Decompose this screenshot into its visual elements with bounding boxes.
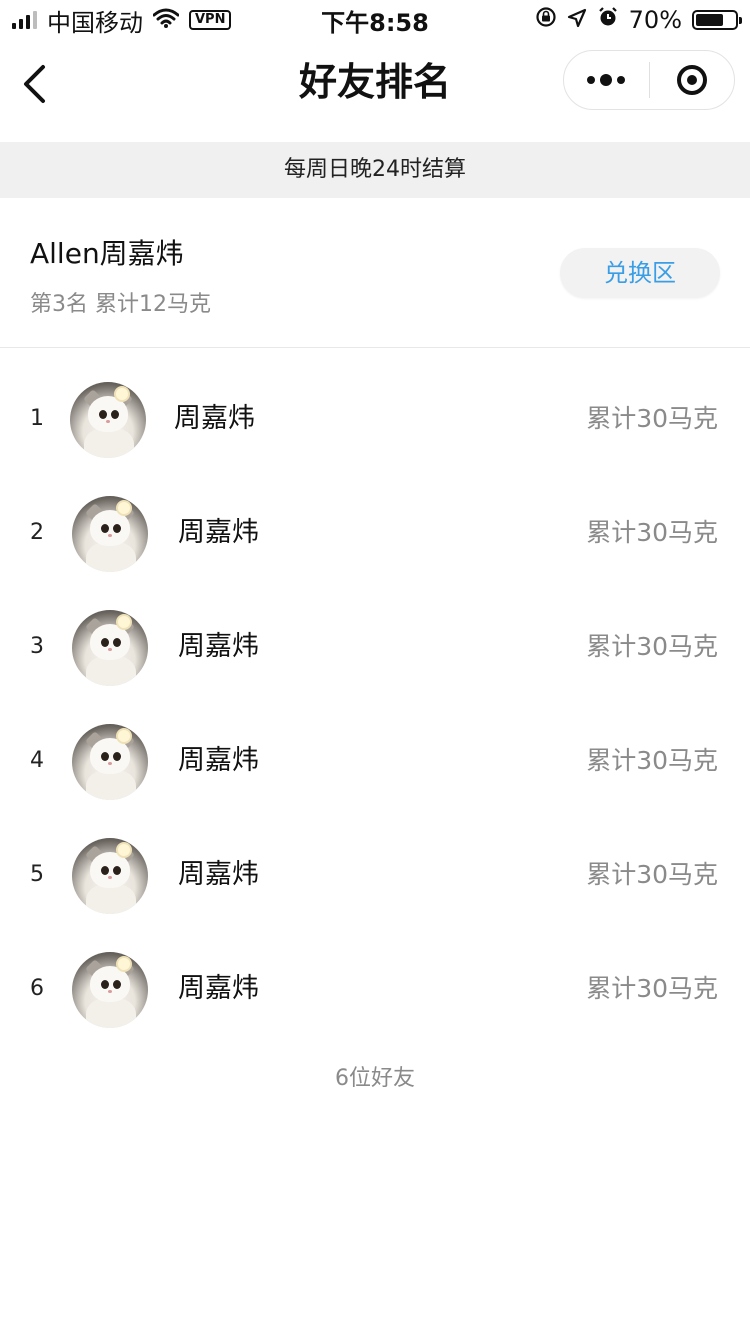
signal-icon xyxy=(12,11,37,29)
avatar xyxy=(72,724,148,800)
rank-number: 3 xyxy=(30,634,44,659)
rank-number: 2 xyxy=(30,520,44,545)
friend-name: 周嘉炜 xyxy=(178,517,259,548)
friend-score: 累计30马克 xyxy=(586,632,718,661)
avatar xyxy=(70,382,146,458)
status-left: 中国移动 VPN xyxy=(12,3,232,38)
friend-name: 周嘉炜 xyxy=(178,631,259,662)
status-right: 70% xyxy=(535,6,742,34)
ranking-row[interactable]: 5 周嘉炜 累计30马克 xyxy=(0,818,750,932)
friend-score: 累计30马克 xyxy=(586,404,718,433)
friend-name: 周嘉炜 xyxy=(178,745,259,776)
wifi-icon xyxy=(152,6,180,34)
location-icon xyxy=(567,6,587,34)
redeem-button[interactable]: 兑换区 xyxy=(560,248,720,298)
friend-score: 累计30马克 xyxy=(586,518,718,547)
avatar xyxy=(72,952,148,1028)
rank-number: 4 xyxy=(30,748,44,773)
avatar xyxy=(72,610,148,686)
friend-count: 6位好友 xyxy=(335,1066,415,1091)
friend-name: 周嘉炜 xyxy=(178,859,259,890)
ranking-row[interactable]: 4 周嘉炜 累计30马克 xyxy=(0,704,750,818)
vpn-badge: VPN xyxy=(189,10,232,30)
alarm-icon xyxy=(597,6,619,34)
settlement-notice: 每周日晚24时结算 xyxy=(0,142,750,198)
my-name: Allen周嘉炜 xyxy=(30,237,184,270)
more-icon xyxy=(587,74,626,86)
close-program-button[interactable] xyxy=(650,51,735,109)
battery-icon xyxy=(692,10,742,30)
ranking-list: 1 周嘉炜 累计30马克 2 周嘉炜 累计30马克 3 周嘉炜 累计30马克 4… xyxy=(0,362,750,1046)
battery-level xyxy=(696,14,723,26)
status-bar: 中国移动 VPN 下午8:58 70% xyxy=(0,0,750,40)
mini-program-capsule xyxy=(563,50,735,110)
ranking-row[interactable]: 1 周嘉炜 累计30马克 xyxy=(0,362,750,476)
rank-number: 6 xyxy=(30,976,44,1001)
friend-score: 累计30马克 xyxy=(586,746,718,775)
more-button[interactable] xyxy=(564,51,649,109)
ranking-row[interactable]: 3 周嘉炜 累计30马克 xyxy=(0,590,750,704)
avatar xyxy=(72,496,148,572)
friend-name: 周嘉炜 xyxy=(178,973,259,1004)
friend-score: 累计30马克 xyxy=(586,860,718,889)
rank-number: 5 xyxy=(30,862,44,887)
friend-score: 累计30马克 xyxy=(586,974,718,1003)
ranking-row[interactable]: 2 周嘉炜 累计30马克 xyxy=(0,476,750,590)
my-summary: Allen周嘉炜 第3名 累计12马克 兑换区 xyxy=(0,198,750,348)
avatar xyxy=(72,838,148,914)
ranking-row[interactable]: 6 周嘉炜 累计30马克 xyxy=(0,932,750,1046)
rank-number: 1 xyxy=(30,406,44,431)
battery-percent: 70% xyxy=(628,6,682,34)
target-icon xyxy=(676,65,707,95)
rotation-lock-icon xyxy=(535,6,557,34)
carrier-label: 中国移动 xyxy=(47,8,143,37)
friend-name: 周嘉炜 xyxy=(174,403,255,434)
my-stats: 第3名 累计12马克 xyxy=(30,292,211,317)
nav-bar: 好友排名 xyxy=(0,40,750,140)
